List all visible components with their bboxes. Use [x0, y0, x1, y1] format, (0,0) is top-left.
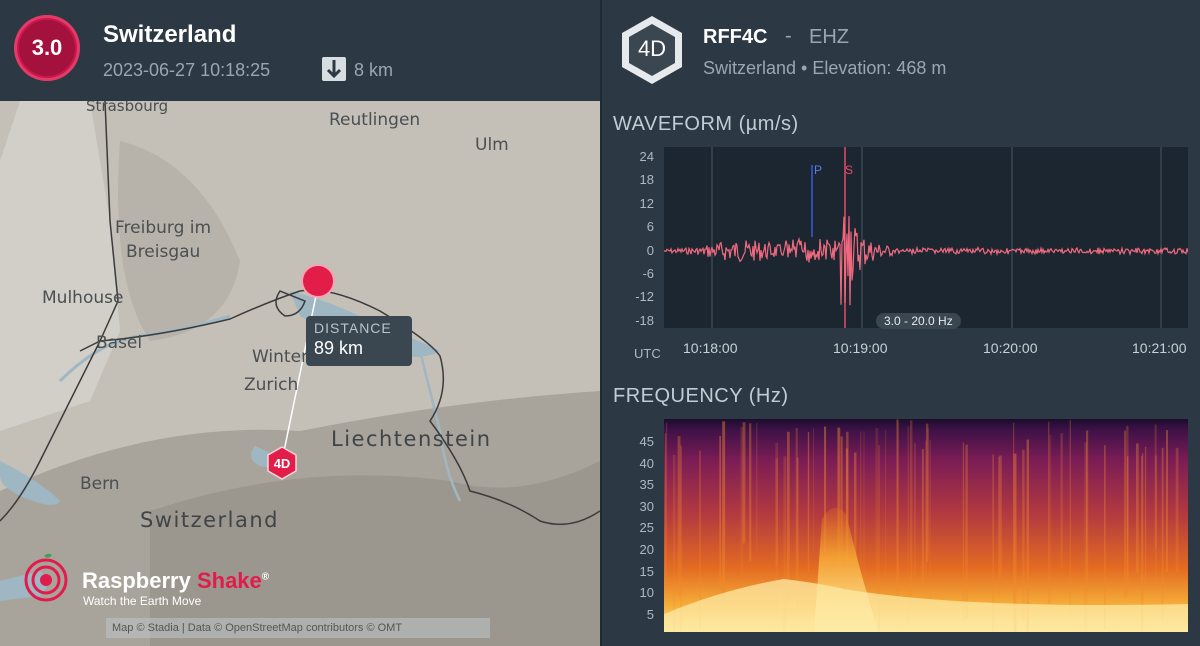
waveform-y-tick: -18 — [635, 312, 654, 328]
waveform-y-tick: 12 — [639, 195, 654, 211]
frequency-y-tick: 5 — [646, 606, 654, 622]
event-epicenter-marker[interactable] — [303, 266, 333, 296]
map-label-freiburg-line2: Breisgau — [126, 242, 201, 262]
distance-value: 89 km — [314, 338, 364, 358]
time-tick-1: 10:18:00 — [683, 340, 738, 356]
time-tick-4: 10:21:00 — [1132, 340, 1187, 356]
event-map[interactable]: Strasbourg Reutlingen Ulm Freiburg im Br… — [0, 101, 600, 646]
station-separator: - — [785, 25, 792, 47]
waveform-title: WAVEFORM (µm/s) — [613, 113, 799, 135]
waveform-y-tick: -6 — [642, 266, 654, 281]
phase-p-label: P — [814, 163, 823, 177]
event-region: Switzerland — [103, 21, 237, 48]
frequency-y-tick: 15 — [639, 563, 654, 579]
map-label-ulm: Ulm — [475, 135, 509, 155]
map-label-reutlingen: Reutlingen — [329, 110, 421, 130]
waveform-plot[interactable]: P S — [664, 147, 1189, 328]
map-label-bern: Bern — [80, 474, 120, 494]
station-badge: 4D — [637, 36, 667, 61]
brand-name: Raspberry Shake® — [82, 568, 270, 593]
brand-tagline: Watch the Earth Move — [83, 594, 202, 608]
waveform-y-tick: 18 — [639, 172, 654, 188]
time-tick-3: 10:20:00 — [983, 340, 1038, 356]
map-label-mulhouse: Mulhouse — [42, 288, 124, 308]
frequency-y-tick: 10 — [639, 585, 654, 601]
frequency-title: FREQUENCY (Hz) — [613, 385, 789, 407]
event-depth: 8 km — [354, 60, 394, 80]
arrow-down-icon — [322, 57, 346, 81]
distance-tooltip: DISTANCE 89 km — [306, 316, 412, 366]
station-location: Switzerland • Elevation: 468 m — [703, 58, 947, 78]
map-label-zurich: Zurich — [244, 375, 299, 395]
map-label-freiburg-line1: Freiburg im — [115, 218, 212, 238]
map-label-liechtenstein: Liechtenstein — [331, 427, 492, 451]
frequency-y-tick: 30 — [639, 498, 654, 514]
station-channel: EHZ — [809, 26, 849, 48]
station-code: RFF4C — [703, 26, 768, 48]
map-label-switzerland: Switzerland — [140, 508, 279, 532]
station-header: 4D RFF4C - EHZ Switzerland • Elevation: … — [602, 0, 1200, 101]
magnitude-badge: 3.0 — [14, 15, 80, 81]
raspberry-logo-icon — [24, 553, 68, 602]
time-tick-2: 10:19:00 — [833, 340, 888, 356]
frequency-y-tick: 20 — [639, 542, 654, 557]
waveform-y-tick: 24 — [639, 149, 654, 164]
distance-title: DISTANCE — [314, 320, 392, 336]
frequency-y-tick: 40 — [639, 455, 654, 471]
timezone-label: UTC — [634, 346, 661, 361]
waveform-svg — [664, 147, 1189, 328]
filter-badge: 3.0 - 20.0 Hz — [876, 313, 961, 329]
frequency-y-tick: 35 — [639, 477, 654, 493]
spectrogram-svg — [664, 419, 1188, 632]
waveform-y-tick: -12 — [635, 289, 654, 305]
frequency-y-tick: 45 — [639, 434, 654, 449]
spectrogram-plot[interactable] — [664, 419, 1188, 632]
map-label-winterthur: Winter — [252, 347, 309, 367]
station-marker-label[interactable]: 4D — [268, 452, 296, 476]
waveform-y-tick: 6 — [646, 219, 654, 235]
event-datetime: 2023-06-27 10:18:25 — [103, 60, 271, 80]
map-attribution[interactable]: Map © Stadia | Data © OpenStreetMap cont… — [106, 618, 490, 638]
map-label-basel: Basel — [96, 333, 143, 353]
magnitude-value: 3.0 — [19, 20, 75, 76]
event-header: 3.0 Switzerland 2023-06-27 10:18:25 8 km — [0, 0, 600, 101]
phase-s-label: S — [845, 163, 854, 177]
waveform-y-tick: 0 — [646, 242, 654, 258]
map-label-strasbourg: Strasbourg — [86, 101, 169, 115]
raspberry-shake-logo[interactable]: Raspberry Shake® Watch the Earth Move — [22, 552, 312, 612]
frequency-y-tick: 25 — [639, 520, 654, 536]
